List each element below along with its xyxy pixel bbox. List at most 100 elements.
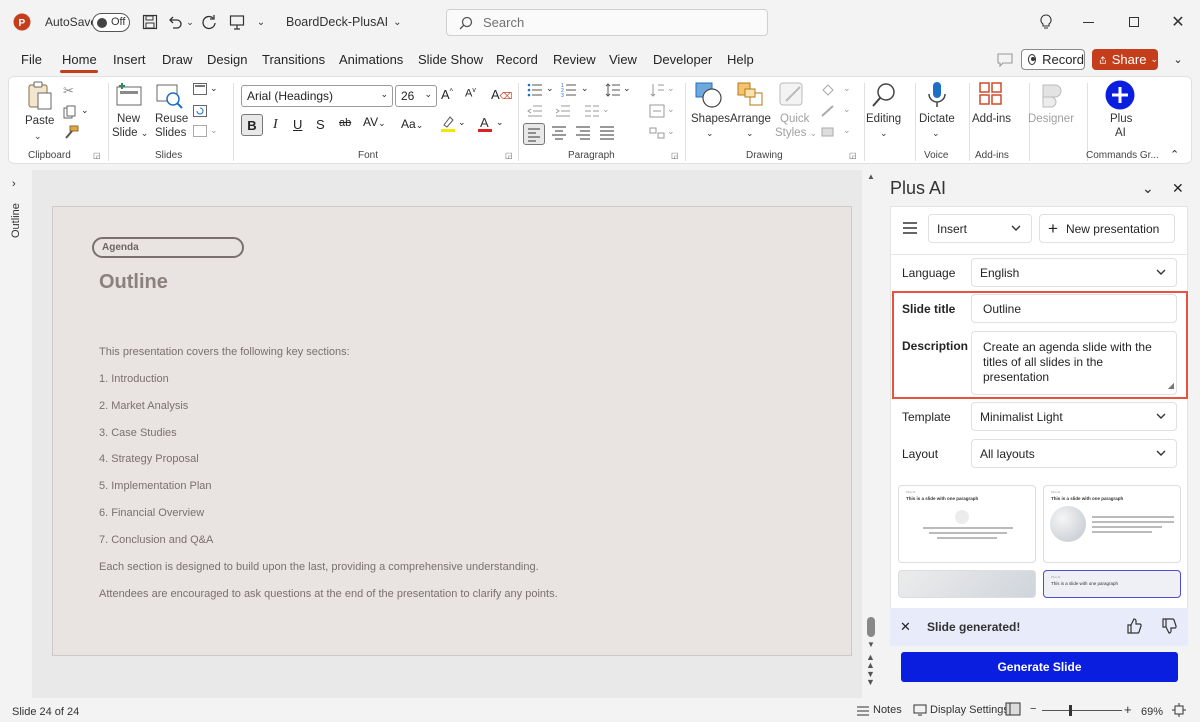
- zoom-out-icon[interactable]: −: [1030, 703, 1036, 715]
- layout-icon[interactable]: [193, 83, 209, 99]
- align-text-dropdown-icon[interactable]: ⌄: [667, 104, 683, 120]
- redo-icon[interactable]: [200, 10, 218, 34]
- dismiss-toast-icon[interactable]: ✕: [900, 619, 911, 635]
- layout-thumbnail[interactable]: [898, 570, 1036, 598]
- arrange-dropdown-icon[interactable]: ⌄: [746, 126, 754, 140]
- font-color-dropdown-icon[interactable]: ⌄: [496, 117, 512, 133]
- section-icon[interactable]: [193, 125, 209, 141]
- arrange-icon[interactable]: [736, 81, 766, 109]
- clear-format-icon[interactable]: A⌫: [491, 87, 512, 103]
- menu-design[interactable]: Design: [207, 52, 247, 67]
- customize-qat-icon[interactable]: ⌄: [255, 10, 267, 34]
- zoom-level[interactable]: 69%: [1141, 706, 1163, 718]
- document-title[interactable]: BoardDeck-PlusAI ⌄: [286, 10, 402, 34]
- vertical-scrollbar[interactable]: ▲ ▼ ▲ ▲ ▼ ▼: [864, 170, 878, 690]
- slide-title-input[interactable]: Outline: [971, 294, 1177, 323]
- change-case-button[interactable]: Aa⌄: [401, 117, 427, 133]
- resize-handle-icon[interactable]: ◢: [1168, 378, 1174, 393]
- copy-dropdown-icon[interactable]: ⌄: [81, 105, 97, 121]
- designer-icon[interactable]: [1037, 81, 1065, 109]
- dictate-label[interactable]: Dictate: [919, 112, 955, 126]
- present-icon[interactable]: [228, 10, 246, 34]
- autosave-toggle[interactable]: Off: [92, 13, 130, 32]
- menu-animations[interactable]: Animations: [339, 52, 403, 67]
- plus-ai-label-2[interactable]: AI: [1115, 126, 1126, 140]
- layout-thumbnail[interactable]: Plus AI This is a slide with one paragra…: [1043, 570, 1181, 598]
- record-button[interactable]: Record: [1021, 49, 1085, 70]
- mode-select[interactable]: Insert: [928, 214, 1032, 243]
- columns-dropdown-icon[interactable]: ⌄: [602, 104, 618, 120]
- maximize-icon[interactable]: [1126, 10, 1142, 34]
- paste-icon[interactable]: [27, 81, 53, 111]
- generate-slide-button[interactable]: Generate Slide: [901, 652, 1178, 682]
- menu-review[interactable]: Review: [553, 52, 596, 67]
- numbering-dropdown-icon[interactable]: ⌄: [581, 83, 597, 99]
- clipboard-launcher-icon[interactable]: ◲: [93, 151, 109, 167]
- thumbs-down-icon[interactable]: [1161, 618, 1177, 634]
- menu-record[interactable]: Record: [496, 52, 538, 67]
- char-spacing-button[interactable]: AV⌄: [363, 115, 389, 131]
- save-icon[interactable]: [141, 10, 159, 34]
- section-dropdown-icon[interactable]: ⌄: [210, 125, 226, 141]
- smartart-dropdown-icon[interactable]: ⌄: [667, 126, 683, 142]
- reuse-slides-icon[interactable]: [155, 81, 183, 109]
- highlight-dropdown-icon[interactable]: ⌄: [458, 117, 474, 133]
- increase-indent-icon[interactable]: [555, 104, 571, 120]
- previous-slide-icon[interactable]: ▲ ▲: [866, 653, 875, 670]
- quick-styles-label-2[interactable]: Styles ⌄: [775, 126, 817, 140]
- search-box[interactable]: Search: [446, 9, 768, 36]
- font-family-select[interactable]: Arial (Headings) ⌄: [241, 85, 393, 107]
- align-right-icon[interactable]: [575, 126, 591, 142]
- decrease-indent-icon[interactable]: [527, 104, 543, 120]
- arrange-label[interactable]: Arrange: [730, 112, 771, 126]
- shape-effects-icon[interactable]: [820, 125, 836, 141]
- editing-icon[interactable]: [870, 81, 898, 109]
- font-size-select[interactable]: 26 ⌄: [395, 85, 437, 107]
- minimize-icon[interactable]: [1080, 10, 1096, 34]
- new-presentation-button[interactable]: + New presentation: [1039, 214, 1175, 243]
- layout-thumbnail[interactable]: Plus AI This is a slide with one paragra…: [1043, 485, 1181, 563]
- pane-close-icon[interactable]: ✕: [1172, 180, 1184, 197]
- thumbs-up-icon[interactable]: [1126, 618, 1142, 634]
- quick-styles-label-1[interactable]: Quick: [780, 112, 809, 126]
- reset-icon[interactable]: [193, 105, 209, 121]
- shape-fill-icon[interactable]: [820, 83, 836, 99]
- fit-slide-icon[interactable]: [1172, 703, 1186, 717]
- cut-icon[interactable]: ✂: [63, 83, 79, 99]
- underline-button[interactable]: U: [293, 117, 309, 133]
- outline-toggle[interactable]: Outline: [4, 203, 28, 266]
- editing-label[interactable]: Editing: [866, 112, 901, 126]
- display-settings-button[interactable]: Display Settings: [913, 704, 1009, 716]
- shapes-label[interactable]: Shapes: [691, 112, 730, 126]
- menu-transitions[interactable]: Transitions: [262, 52, 325, 67]
- scroll-thumb[interactable]: [867, 617, 875, 637]
- addins-icon[interactable]: [978, 81, 1006, 109]
- slide[interactable]: Agenda Outline This presentation covers …: [52, 206, 852, 656]
- shape-effects-dropdown-icon[interactable]: ⌄: [843, 125, 859, 141]
- collapse-ribbon-icon[interactable]: ⌃: [1170, 148, 1186, 164]
- hamburger-menu-icon[interactable]: [902, 221, 920, 235]
- designer-label[interactable]: Designer: [1028, 112, 1074, 126]
- shape-fill-dropdown-icon[interactable]: ⌄: [843, 83, 859, 99]
- layout-dropdown-icon[interactable]: ⌄: [210, 83, 226, 99]
- zoom-in-icon[interactable]: +: [1124, 702, 1132, 717]
- bold-button[interactable]: B: [241, 114, 263, 136]
- shape-outline-icon[interactable]: [820, 104, 836, 120]
- description-textarea[interactable]: Create an agenda slide with the titles o…: [971, 331, 1177, 395]
- editing-dropdown-icon[interactable]: ⌄: [880, 126, 888, 140]
- columns-icon[interactable]: [584, 104, 600, 120]
- bullets-dropdown-icon[interactable]: ⌄: [546, 83, 562, 99]
- quick-styles-icon[interactable]: [778, 81, 808, 109]
- undo-dropdown-icon[interactable]: ⌄: [185, 10, 195, 34]
- menu-insert[interactable]: Insert: [113, 52, 146, 67]
- new-slide-label-1[interactable]: New: [117, 112, 140, 126]
- font-color-icon[interactable]: A: [477, 115, 497, 132]
- share-button[interactable]: Share ⌄: [1092, 49, 1158, 70]
- strikethrough-button[interactable]: ab: [339, 117, 359, 133]
- slide-counter[interactable]: Slide 24 of 24: [12, 706, 79, 718]
- line-spacing-icon[interactable]: [605, 83, 621, 99]
- menu-slide-show[interactable]: Slide Show: [418, 52, 483, 67]
- zoom-slider-thumb[interactable]: [1069, 705, 1072, 716]
- paste-label[interactable]: Paste: [25, 114, 54, 128]
- text-direction-dropdown-icon[interactable]: ⌄: [667, 83, 683, 99]
